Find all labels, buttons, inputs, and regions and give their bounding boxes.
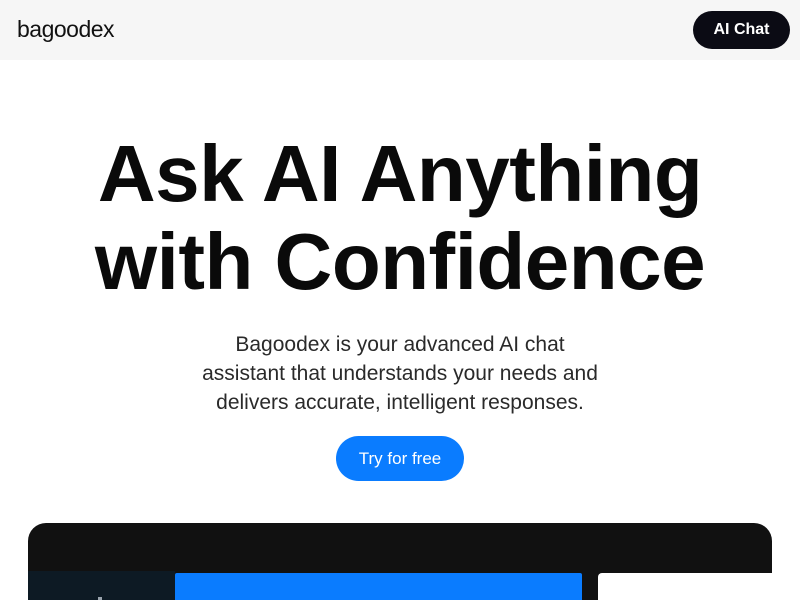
hero-title: Ask AI Anything with Confidence — [0, 130, 800, 306]
ai-chat-button[interactable]: AI Chat — [693, 11, 790, 49]
top-header: bagoodex AI Chat — [0, 0, 800, 60]
hero-title-line: with Confidence — [94, 217, 706, 306]
hero-subtitle-line: assistant that understands your needs an… — [202, 362, 598, 385]
app-preview-panel — [28, 523, 772, 600]
try-for-free-button[interactable]: Try for free — [336, 436, 464, 481]
bagoodex-logo[interactable]: bagoodex — [17, 14, 115, 44]
hero-subtitle-line: delivers accurate, intelligent responses… — [216, 391, 584, 414]
hero-title-line: Ask AI Anything — [97, 129, 703, 218]
preview-main-card — [175, 573, 582, 600]
hero-subtitle-line: Bagoodex is your advanced AI chat — [235, 333, 565, 356]
preview-sidebar — [28, 571, 175, 600]
hero-subtitle: Bagoodex is your advanced AI chat assist… — [160, 330, 640, 417]
preview-side-card — [598, 573, 772, 600]
